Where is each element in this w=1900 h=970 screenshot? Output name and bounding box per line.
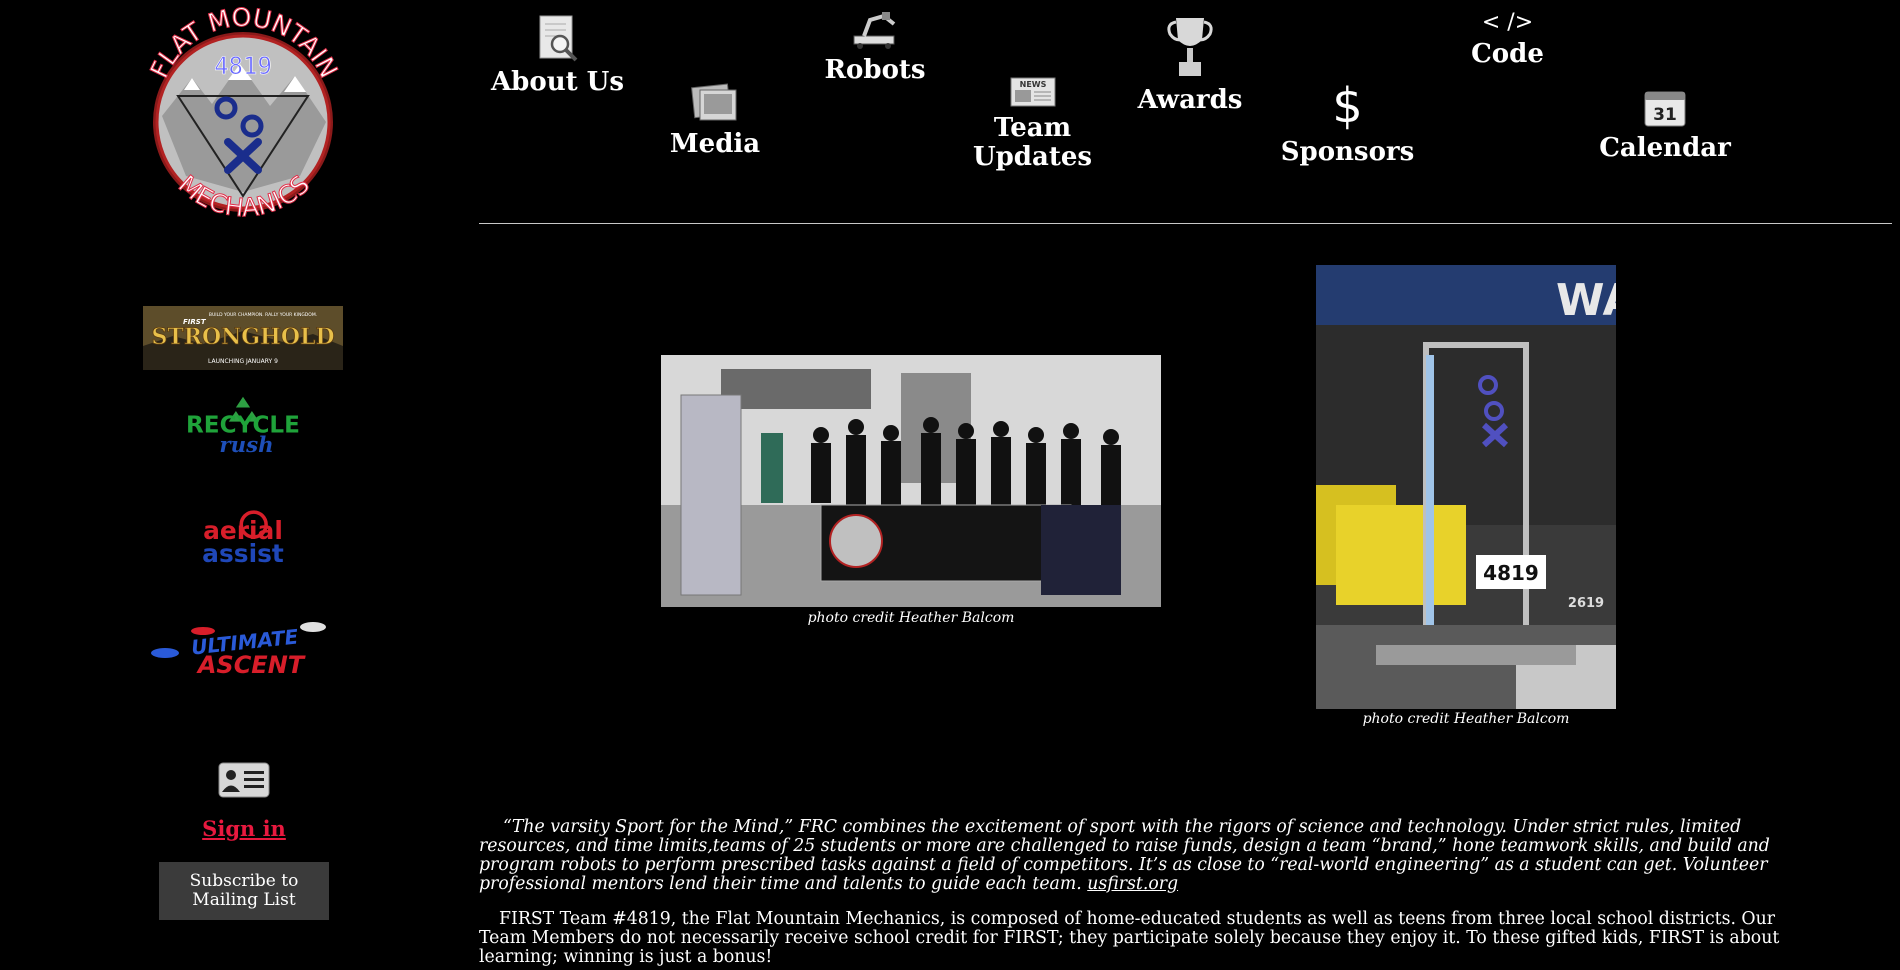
team-paragraph: FIRST Team #4819, the Flat Mountain Mech… xyxy=(479,909,1780,967)
team-photo[interactable] xyxy=(661,355,1161,607)
nav-media[interactable]: Media xyxy=(655,80,775,159)
photos-icon xyxy=(691,83,737,121)
aerial-subtitle: assist xyxy=(202,539,284,568)
nav-about-label: About Us xyxy=(491,67,624,97)
robot-photo[interactable]: WATE 4819 2619 xyxy=(1316,265,1616,709)
trophy-icon xyxy=(1167,18,1213,76)
intro-text: “The varsity Sport for the Mind,” FRC co… xyxy=(479,818,1809,967)
nav-awards-label: Awards xyxy=(1137,85,1243,115)
newspaper-icon-text: NEWS xyxy=(1019,80,1046,89)
stronghold-tagline: BUILD YOUR CHAMPION. RALLY YOUR KINGDOM. xyxy=(209,312,317,318)
team-logo[interactable]: 4819 FLAT MOUNTAIN MECHANICS xyxy=(140,6,347,238)
nav-updates-label-line1: Team xyxy=(993,113,1072,143)
stronghold-title: STRONGHOLD xyxy=(151,324,334,350)
nav-divider xyxy=(479,223,1892,224)
arena-banner-text: WATE xyxy=(1556,275,1616,326)
team-photo-caption: photo credit Heather Balcom xyxy=(807,610,1015,626)
stronghold-launch: LAUNCHING JANUARY 9 xyxy=(208,358,278,365)
robot-icon xyxy=(853,12,896,49)
nav-awards[interactable]: Awards xyxy=(1130,14,1250,115)
calendar-icon: 31 xyxy=(1644,91,1686,127)
dollar-icon: $ xyxy=(1332,78,1363,134)
frc-quote-paragraph: “The varsity Sport for the Mind,” FRC co… xyxy=(479,818,1809,894)
nav-sponsors-label: Sponsors xyxy=(1280,137,1415,167)
id-card-icon xyxy=(218,762,270,798)
robot-number: 4819 xyxy=(1483,561,1539,585)
subscribe-label-line2: Mailing List xyxy=(192,890,296,910)
nav-about-us[interactable]: About Us xyxy=(490,14,625,97)
left-sidebar: 4819 FLAT MOUNTAIN MECHANICS FIRST BUILD… xyxy=(0,0,488,970)
subscribe-button[interactable]: Subscribe to Mailing List xyxy=(159,862,329,920)
nav-code[interactable]: < /> Code xyxy=(1445,10,1570,69)
magnifier-document-icon xyxy=(539,15,577,62)
stronghold-banner[interactable]: FIRST BUILD YOUR CHAMPION. RALLY YOUR KI… xyxy=(143,306,343,370)
newspaper-icon: NEWS xyxy=(1010,77,1055,107)
ultimate-ascent-banner[interactable]: ULTIMATE ASCENT xyxy=(143,617,343,681)
sign-in-link[interactable]: Sign in xyxy=(0,816,488,841)
usfirst-link[interactable]: usfirst.org xyxy=(1087,874,1178,894)
other-robot-number: 2619 xyxy=(1568,596,1604,611)
recycle-rush-banner[interactable]: RECYCLE rush xyxy=(143,395,343,459)
nav-calendar-label: Calendar xyxy=(1599,133,1731,163)
calendar-icon-day: 31 xyxy=(1653,105,1677,125)
nav-media-label: Media xyxy=(669,129,761,159)
nav-robots-label: Robots xyxy=(824,55,926,85)
nav-updates-label-line2: Updates xyxy=(972,142,1093,172)
logo-number: 4819 xyxy=(214,52,272,80)
robot-photo-caption: photo credit Heather Balcom xyxy=(1362,711,1570,727)
nav-robots[interactable]: Robots xyxy=(810,10,940,85)
code-brackets-icon: < /> xyxy=(1481,10,1534,35)
subscribe-label-line1: Subscribe to xyxy=(189,871,299,891)
nav-code-label: Code xyxy=(1471,39,1544,69)
recycle-subtitle: rush xyxy=(219,433,273,458)
aerial-assist-banner[interactable]: aerial assist xyxy=(143,505,343,569)
nav-sponsors[interactable]: $ Sponsors xyxy=(1280,80,1415,167)
nav-team-updates[interactable]: NEWS Team Updates xyxy=(960,76,1105,172)
ultimate-subtitle: ASCENT xyxy=(196,651,306,679)
nav-calendar[interactable]: 31 Calendar xyxy=(1595,88,1735,163)
